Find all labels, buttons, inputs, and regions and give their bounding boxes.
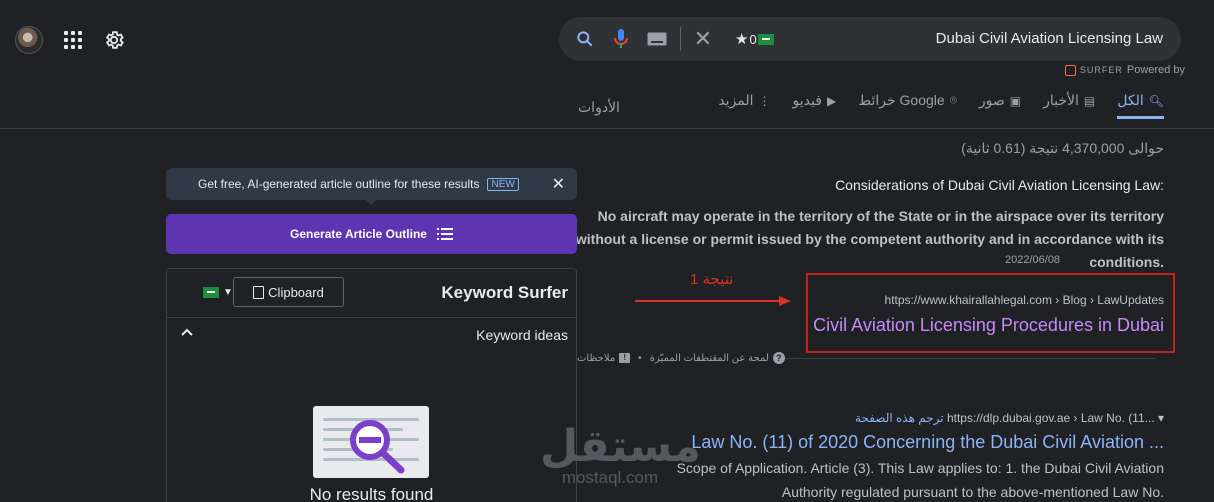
search-icon[interactable] [575,29,595,49]
feedback-label: ملاحظات [577,352,616,364]
tab-label: الكل [1117,92,1144,108]
tab-label: خرائط Google [858,92,945,108]
result-title[interactable]: Law No. (11) of 2020 Concerning the Duba… [691,432,1164,453]
translate-link[interactable]: ترجم هذه الصفحة [855,411,944,425]
result-snippet-line: Authority regulated pursuant to the abov… [781,484,1164,500]
flag-icon [203,287,219,298]
promo-text: Get free, AI-generated article outline f… [198,177,480,191]
separator-dot: • [638,352,642,364]
tab-more[interactable]: ⋮ المزيد [718,92,770,119]
close-icon[interactable]: ✕ [552,174,565,194]
annotation-box [806,273,1175,353]
surfer-name: SURFER [1079,65,1123,75]
new-badge: NEW [487,177,519,191]
apps-grid-icon[interactable] [64,31,82,49]
featured-result-title[interactable]: Civil Aviation Licensing Procedures in D… [813,315,1164,336]
tab-label: المزيد [718,92,754,108]
tabs-divider [0,128,1214,129]
tab-label: صور [978,92,1005,108]
footer-line [784,357,1156,359]
help-icon: ? [772,352,785,364]
tab-label: الأخبار [1043,92,1079,108]
tab-news[interactable]: ▤ الأخبار [1043,92,1095,119]
surfer-rating: ★ 0 [735,30,774,48]
no-results-text: No results found [309,485,434,502]
tab-images[interactable]: ▣ صور [979,92,1021,119]
result-stats: حوالى 4,370,000 نتيجة (0.61 ثانية) [961,140,1164,156]
more-icon: ⋮ [758,93,771,108]
tab-videos[interactable]: ▶ فيديو [793,92,837,119]
generate-outline-label: Generate Article Outline [290,227,427,241]
video-icon: ▶ [826,93,837,108]
result-snippet-line: Scope of Application. Article (3). This … [676,460,1164,476]
search-divider [680,27,681,51]
surfer-powered-by: SURFER Powered by [1064,64,1185,76]
featured-snippet-text: No aircraft may operate in the territory… [575,208,1164,270]
watermark-arabic: مستقل [540,421,701,472]
clipboard-label: Clipboard [268,284,324,300]
generate-outline-button[interactable]: Generate Article Outline [166,214,577,254]
flag-icon [757,33,774,45]
chevron-up-icon[interactable] [181,327,193,339]
keyword-surfer-panel: Keyword Surfer Clipboard ▼ Keyword ideas… [166,268,577,502]
featured-snippet-date: 2022/06/08 [1005,254,1061,266]
featured-snippet-heading: Considerations of Dubai Civil Aviation L… [835,177,1164,193]
clipboard-button[interactable]: Clipboard [233,277,344,307]
keyboard-icon[interactable] [647,32,667,46]
gear-icon[interactable] [103,29,125,51]
star-count: 0 [749,31,757,47]
search-bar[interactable]: ✕ ★ 0 Dubai Civil Aviation Licensing Law [559,17,1181,61]
featured-snippet-footer: ملاحظات ! • لمحة عن المقتطفات المميّزة ? [577,351,1164,365]
result-cite: ترجم هذه الصفحة https://dlp.dubai.gov.ae… [855,411,1164,425]
location-dropdown[interactable]: ▼ [203,287,233,298]
search-tabs: 🔍︎ الكل ▤ الأخبار ▣ صور ⌾ خرائط Google ▶… [718,92,1164,119]
magnifier-icon [350,420,405,474]
account-avatar[interactable] [15,26,43,54]
powered-by-label: Powered by [1126,64,1185,76]
star-icon: ★ [735,31,749,48]
watermark: مستقل mostaql.com [540,421,701,487]
microphone-icon[interactable] [611,28,631,50]
map-pin-icon: ⌾ [949,93,957,107]
empty-state-illustration [313,406,429,478]
tab-maps[interactable]: ⌾ خرائط Google [858,92,957,119]
search-icon: 🔍︎ [1148,93,1164,108]
about-label: لمحة عن المقتطفات المميّزة [649,352,769,364]
search-input[interactable]: Dubai Civil Aviation Licensing Law [936,30,1163,47]
surfer-logo-icon [1064,64,1076,76]
annotation-label: نتيجة 1 [690,271,734,288]
panel-title: Keyword Surfer [441,283,568,302]
annotation-arrow [635,296,791,306]
featured-result-cite[interactable]: https://www.khairallahlegal.com › Blog ›… [885,293,1164,307]
chevron-down-icon: ▼ [223,287,233,298]
about-featured-snippets-link[interactable]: لمحة عن المقتطفات المميّزة ? [650,352,785,364]
feedback-icon: ! [619,353,631,363]
result-url[interactable]: https://dlp.dubai.gov.ae › Law No. (11..… [947,411,1164,425]
feedback-link[interactable]: ملاحظات ! [577,352,631,364]
clipboard-icon [253,285,265,299]
promo-pointer [364,198,378,205]
list-icon [436,228,453,240]
news-icon: ▤ [1083,93,1096,108]
image-icon: ▣ [1009,93,1022,108]
tab-label: فيديو [792,92,822,108]
tab-all[interactable]: 🔍︎ الكل [1117,92,1164,119]
tools-button[interactable]: الأدوات [578,99,620,116]
panel-divider [167,317,576,318]
keyword-ideas-label: Keyword ideas [476,327,568,343]
outline-promo-banner: Get free, AI-generated article outline f… [166,168,577,200]
clear-icon[interactable]: ✕ [692,28,714,50]
